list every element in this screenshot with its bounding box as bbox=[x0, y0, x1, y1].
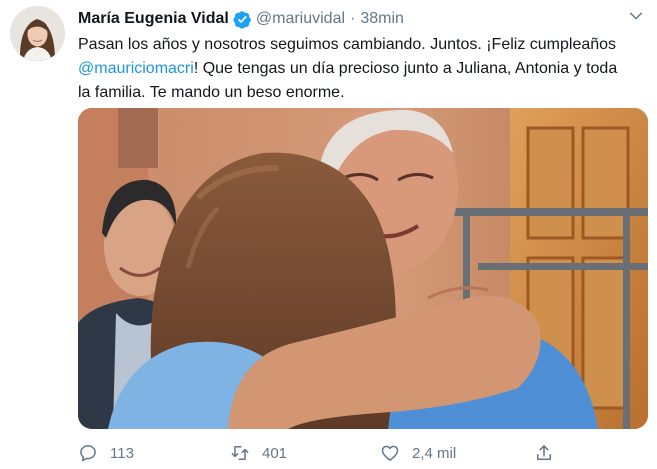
share-button[interactable] bbox=[534, 440, 566, 466]
retweet-icon bbox=[231, 446, 249, 460]
retweet-count: 401 bbox=[262, 444, 288, 462]
tweet-text-line-2-rest: ! Que tengas un día precioso junto a Jul… bbox=[193, 60, 618, 77]
avatar[interactable] bbox=[10, 6, 65, 61]
tweet-text: Pasan los años y nosotros seguimos cambi… bbox=[78, 33, 648, 105]
share-icon bbox=[537, 445, 551, 460]
tweet-timestamp[interactable]: 38min bbox=[360, 10, 404, 28]
tweet-text-line-1: Pasan los años y nosotros seguimos cambi… bbox=[78, 36, 617, 53]
verified-badge-icon bbox=[233, 10, 252, 29]
mention-link[interactable]: @mauriciomacri bbox=[78, 60, 194, 77]
like-count: 2,4 mil bbox=[412, 444, 457, 462]
reply-button[interactable]: 113 bbox=[78, 440, 134, 466]
reply-count: 113 bbox=[110, 444, 134, 462]
like-button[interactable]: 2,4 mil bbox=[380, 440, 456, 466]
tweet-actions: 113 401 2,4 mil bbox=[78, 440, 648, 466]
author-name[interactable]: María Eugenia Vidal bbox=[78, 10, 229, 28]
separator-dot: · bbox=[350, 10, 356, 27]
tweet-card: María Eugenia Vidal @mariuvidal · 38min … bbox=[0, 0, 657, 469]
tweet-photo[interactable] bbox=[78, 108, 648, 429]
avatar-image bbox=[10, 6, 65, 61]
tweet-text-line-3: la familia. Te mando un beso enorme. bbox=[78, 84, 345, 101]
tweet-header: María Eugenia Vidal @mariuvidal · 38min bbox=[78, 8, 404, 30]
tweet-text-line-2: @mauriciomacri! Que tengas un día precio… bbox=[78, 57, 648, 81]
reply-icon bbox=[80, 445, 96, 462]
photo-image bbox=[78, 108, 648, 429]
author-handle[interactable]: @mariuvidal bbox=[256, 10, 345, 28]
chevron-down-icon[interactable] bbox=[627, 7, 645, 25]
heart-icon bbox=[381, 445, 399, 461]
retweet-button[interactable]: 401 bbox=[230, 440, 287, 466]
